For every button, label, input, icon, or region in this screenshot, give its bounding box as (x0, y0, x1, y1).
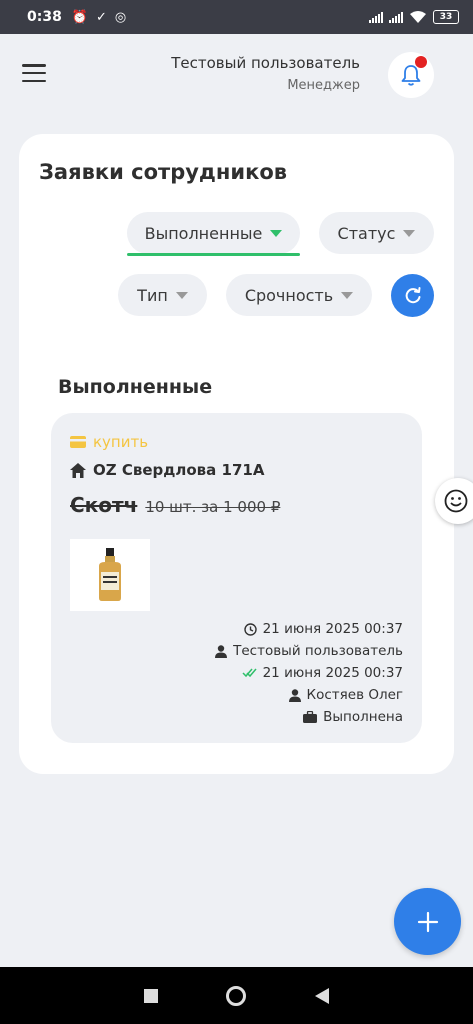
notification-dot (415, 56, 427, 68)
home-button[interactable] (225, 985, 247, 1007)
refresh-icon (405, 286, 420, 303)
status-notification-icons: ⏰ ✓ ◎ (72, 10, 126, 25)
whisky-bottle-icon (99, 548, 121, 601)
assignee: Костяев Олег (288, 687, 403, 703)
smiley-icon (444, 489, 468, 513)
plus-icon (417, 911, 438, 932)
status-bar: 0:38 ⏰ ✓ ◎ 33 (0, 0, 473, 34)
signal-icon-2 (389, 11, 403, 23)
clock-icon (243, 622, 257, 636)
download-done-icon: ✓ (96, 9, 107, 25)
feedback-button[interactable] (435, 478, 473, 524)
status-time: 0:38 (27, 9, 62, 25)
created-at-label: 21 июня 2025 00:37 (262, 621, 403, 637)
request-card[interactable]: купить OZ Свердлова 171А Скотч 10 шт. за… (51, 413, 422, 743)
filter-status[interactable]: Статус (319, 212, 434, 254)
assignee-label: Костяев Олег (306, 687, 403, 703)
refresh-button[interactable] (391, 274, 434, 317)
created-by: Тестовый пользователь (215, 643, 403, 659)
system-nav-bar (0, 967, 473, 1024)
item-name: Скотч (70, 493, 138, 517)
wifi-icon (410, 11, 426, 23)
alarm-icon: ⏰ (71, 9, 89, 25)
request-status-label: Выполнена (323, 709, 403, 725)
square-icon (143, 988, 158, 1003)
chevron-down-icon (341, 291, 354, 299)
back-triangle-icon (315, 987, 330, 1004)
requests-card: Заявки сотрудников Выполненные Статус Ти… (19, 134, 454, 774)
created-at: 21 июня 2025 00:37 (243, 621, 403, 637)
filter-urgency[interactable]: Срочность (226, 274, 372, 316)
add-request-button[interactable] (394, 888, 461, 955)
completed-at-label: 21 июня 2025 00:37 (262, 665, 403, 681)
filter-status-label: Статус (337, 223, 396, 243)
user-icon (215, 644, 228, 658)
circle-icon (226, 985, 247, 1006)
briefcase-icon (303, 711, 318, 723)
user-role: Менеджер (287, 78, 360, 93)
app-header: Тестовый пользователь Менеджер (0, 34, 473, 122)
chevron-down-icon (270, 229, 283, 237)
status-right: 33 (369, 10, 459, 24)
filter-done-tab[interactable]: Выполненные (127, 212, 300, 254)
card-icon (70, 436, 86, 448)
back-button[interactable] (315, 987, 330, 1004)
item-quantity: 10 шт. за 1 000 ₽ (145, 498, 281, 516)
request-address-label: OZ Свердлова 171А (93, 461, 265, 479)
request-item: Скотч 10 шт. за 1 000 ₽ (70, 493, 280, 517)
product-thumbnail[interactable] (70, 539, 150, 611)
request-type-label: купить (93, 433, 149, 451)
menu-icon[interactable] (22, 64, 46, 82)
request-status: Выполнена (303, 709, 403, 725)
whatsapp-icon: ◎ (114, 9, 127, 25)
request-type: купить (70, 433, 148, 451)
filter-done-label: Выполненные (144, 223, 263, 243)
user-name: Тестовый пользователь (171, 54, 360, 72)
battery-icon: 33 (433, 10, 459, 24)
home-icon (70, 462, 86, 478)
filter-type[interactable]: Тип (118, 274, 207, 316)
page-title: Заявки сотрудников (39, 160, 288, 184)
recents-button[interactable] (143, 988, 158, 1003)
completed-at: 21 июня 2025 00:37 (242, 665, 403, 681)
chevron-down-icon (403, 229, 416, 237)
request-address: OZ Свердлова 171А (70, 461, 264, 479)
filter-urgency-label: Срочность (244, 285, 334, 305)
signal-icon (369, 11, 383, 23)
filter-type-label: Тип (137, 285, 168, 305)
notifications-button[interactable] (388, 52, 434, 98)
double-check-icon (242, 668, 257, 678)
active-tab-indicator (127, 253, 300, 256)
chevron-down-icon (175, 291, 188, 299)
user-icon (288, 688, 301, 702)
section-title: Выполненные (58, 376, 213, 398)
created-by-label: Тестовый пользователь (233, 643, 403, 659)
